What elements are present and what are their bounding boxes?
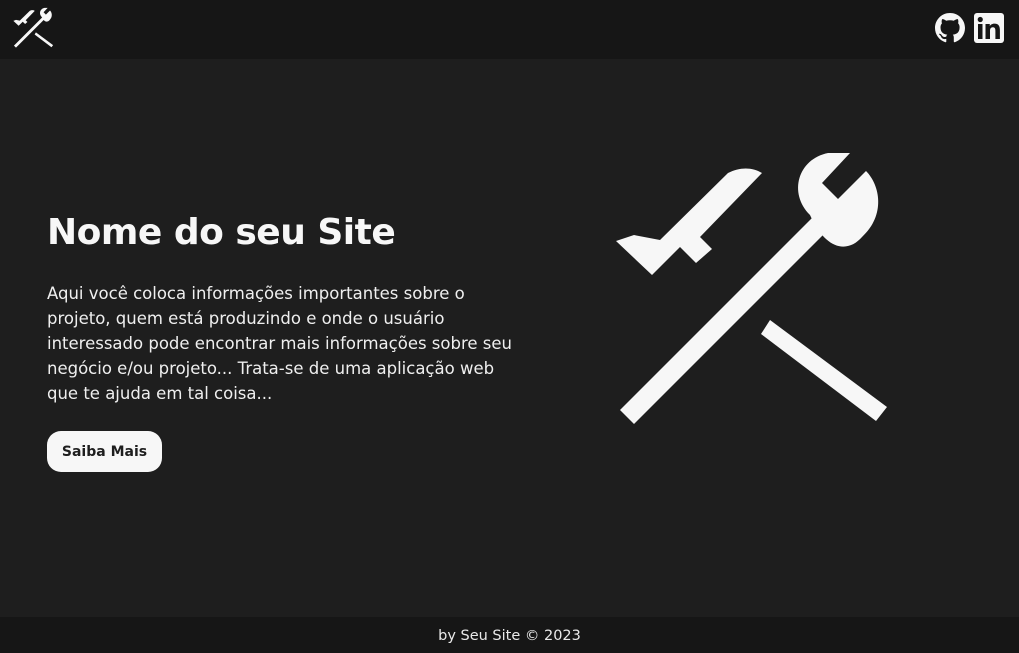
tools-icon [616,153,887,424]
page: Nome do seu Site Aqui você coloca inform… [0,0,1019,653]
footer-text: by Seu Site © 2023 [438,628,581,644]
tools-icon[interactable] [11,6,55,50]
top-navbar [0,0,1019,59]
hero-title: Nome do seu Site [47,212,396,253]
github-icon[interactable] [934,12,966,44]
hero-description: Aqui você coloca informações importantes… [47,284,512,403]
linkedin-icon[interactable] [973,12,1005,44]
footer: by Seu Site © 2023 [0,617,1019,653]
saiba-mais-button[interactable]: Saiba Mais [47,431,162,472]
